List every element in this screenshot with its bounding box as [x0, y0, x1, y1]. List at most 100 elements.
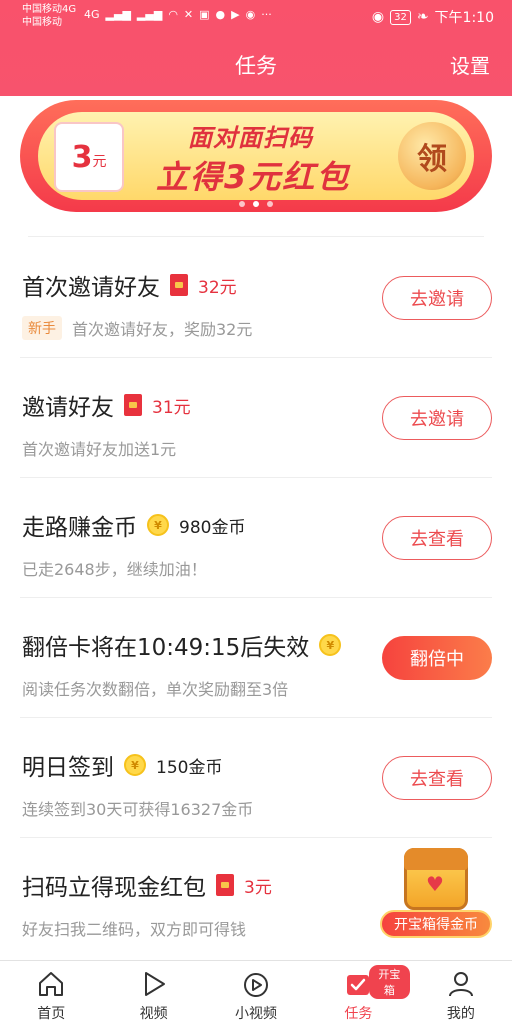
task-subtitle: 首次邀请好友，奖励32元	[72, 320, 253, 339]
red-packet-icon	[124, 394, 142, 416]
nav-label: 任务	[344, 1006, 373, 1022]
task-subtitle: 好友扫我二维码，双方即可得钱	[22, 920, 247, 939]
nav-profile[interactable]: 我的	[410, 961, 512, 1024]
task-row: 翻倍卡将在10:49:15后失效 ¥ 阅读任务次数翻倍，单次奖励翻至3倍 翻倍中	[0, 598, 512, 718]
chest-lid	[404, 848, 468, 870]
carousel-dot-active[interactable]	[253, 201, 259, 207]
task-row: 邀请好友 31元 首次邀请好友加送1元 去邀请	[0, 358, 512, 478]
task-subtitle-row: 新手 首次邀请好友，奖励32元	[22, 316, 252, 340]
invite-button[interactable]: 去邀请	[382, 396, 492, 440]
page-title: 任务	[235, 54, 277, 78]
app-icon-2: ●	[215, 8, 226, 21]
task-reward: 980金币	[179, 517, 246, 538]
coin-icon: ¥	[147, 514, 169, 536]
task-subtitle-row: 首次邀请好友加送1元	[22, 436, 176, 460]
nav-label: 视频	[139, 1006, 168, 1022]
nav-short-video[interactable]: 小视频	[205, 961, 307, 1024]
notification-icon: ✕	[183, 8, 194, 21]
home-icon	[39, 972, 64, 996]
settings-button[interactable]: 设置	[450, 50, 490, 79]
carrier-2: 中国移动	[22, 17, 62, 28]
leaf-icon: ❧	[416, 9, 429, 25]
task-reward: 31元	[152, 397, 191, 418]
view-button[interactable]: 去查看	[382, 516, 492, 560]
app-icon-3: ▶	[231, 8, 240, 21]
banner-line-2: 立得3元红包	[156, 158, 351, 196]
bottom-nav: 首页 视频 小视频 开宝箱 任务 我的	[0, 960, 512, 1024]
task-reward: 3元	[244, 877, 272, 898]
short-video-icon	[244, 973, 269, 997]
treasure-chest-button[interactable]: ♥ 开宝箱得金币	[380, 842, 492, 942]
task-subtitle-row: 已走2648步，继续加油！	[22, 556, 207, 580]
carousel-dot[interactable]	[239, 201, 245, 207]
status-bar: 中国移动4G 中国移动 4G ▂▄▆ ▂▄▆ ◠ ✕ ▣ ● ▶ ◉ ··· ◉…	[0, 0, 512, 34]
task-row: 首次邀请好友 32元 新手 首次邀请好友，奖励32元 去邀请	[0, 238, 512, 358]
task-reward: 150金币	[156, 757, 223, 778]
task-title: 邀请好友	[22, 395, 114, 421]
task-subtitle: 已走2648步，继续加油！	[22, 560, 207, 579]
wifi-icon: ◠	[168, 8, 178, 21]
task-title: 翻倍卡将在10:49:15后失效	[22, 635, 310, 661]
promo-banner[interactable]: 3 元 面对面扫码 立得3元红包 领	[20, 100, 492, 212]
task-subtitle: 首次邀请好友加送1元	[22, 440, 177, 459]
coupon-unit: 元	[92, 154, 107, 170]
treasure-badge: 开宝箱	[369, 965, 410, 999]
treasure-chest-label: 开宝箱得金币	[380, 910, 492, 938]
task-title: 扫码立得现金红包	[22, 875, 206, 901]
eye-icon: ◉	[371, 9, 385, 25]
battery-icon: 32	[390, 9, 411, 25]
carrier-1: 中国移动4G	[22, 4, 77, 15]
nav-label: 我的	[446, 1006, 475, 1022]
task-title-row: 走路赚金币 ¥ 980金币	[22, 508, 245, 542]
coupon-icon: 3 元	[54, 122, 124, 192]
task-title: 明日签到	[22, 755, 114, 781]
carousel-dots	[20, 201, 492, 207]
banner-line-1: 面对面扫码	[188, 124, 313, 152]
signal-icon: ▂▄▆	[105, 8, 131, 21]
task-title: 首次邀请好友	[22, 275, 160, 301]
app-icon-4: ◉	[245, 8, 256, 21]
divider	[28, 236, 484, 237]
task-subtitle-row: 连续签到30天可获得16327金币	[22, 796, 253, 820]
nav-video[interactable]: 视频	[102, 961, 204, 1024]
task-subtitle: 阅读任务次数翻倍，单次奖励翻至3倍	[22, 680, 289, 699]
status-right: ◉ 32 ❧ 下午1:10	[372, 7, 494, 27]
signal-icon-2: ▂▄▆	[136, 8, 163, 21]
coin-icon: ¥	[124, 754, 146, 776]
play-icon	[144, 972, 165, 996]
header: 中国移动4G 中国移动 4G ▂▄▆ ▂▄▆ ◠ ✕ ▣ ● ▶ ◉ ··· ◉…	[0, 0, 512, 96]
claim-button[interactable]: 领	[398, 122, 466, 190]
heart-icon: ♥	[426, 872, 444, 896]
task-row: 明日签到 ¥ 150金币 连续签到30天可获得16327金币 去查看	[0, 718, 512, 838]
nav-label: 首页	[37, 1006, 66, 1022]
profile-icon	[448, 972, 473, 997]
nav-tasks[interactable]: 开宝箱 任务	[307, 961, 410, 1024]
task-subtitle: 连续签到30天可获得16327金币	[22, 800, 254, 819]
app-icon: ▣	[199, 8, 210, 21]
nav-home[interactable]: 首页	[0, 961, 102, 1024]
invite-button[interactable]: 去邀请	[382, 276, 492, 320]
task-subtitle-row: 好友扫我二维码，双方即可得钱	[22, 916, 246, 940]
carousel-dot[interactable]	[267, 201, 273, 207]
red-packet-icon	[216, 874, 234, 896]
task-title: 走路赚金币	[22, 515, 137, 541]
view-button[interactable]: 去查看	[382, 756, 492, 800]
task-title-row: 扫码立得现金红包 3元	[22, 868, 272, 902]
task-title-row: 邀请好友 31元	[22, 388, 191, 422]
task-title-row: 明日签到 ¥ 150金币	[22, 748, 222, 782]
nav-label: 小视频	[235, 1006, 278, 1022]
new-user-tag: 新手	[22, 316, 62, 340]
task-reward: 32元	[198, 277, 237, 298]
status-icons: 4G ▂▄▆ ▂▄▆ ◠ ✕ ▣ ● ▶ ◉ ···	[84, 8, 272, 21]
carrier-info: 中国移动4G 中国移动	[22, 3, 76, 29]
task-row: 走路赚金币 ¥ 980金币 已走2648步，继续加油！ 去查看	[0, 478, 512, 598]
red-packet-icon	[170, 274, 188, 296]
task-subtitle-row: 阅读任务次数翻倍，单次奖励翻至3倍	[22, 676, 288, 700]
task-title-row: 翻倍卡将在10:49:15后失效 ¥	[22, 628, 342, 662]
coupon-amount: 3	[71, 139, 93, 175]
network-label: 4G	[84, 8, 100, 21]
more-icon: ···	[261, 8, 272, 21]
time: 下午1:10	[434, 10, 494, 26]
task-title-row: 首次邀请好友 32元	[22, 268, 237, 302]
doubling-button[interactable]: 翻倍中	[382, 636, 492, 680]
